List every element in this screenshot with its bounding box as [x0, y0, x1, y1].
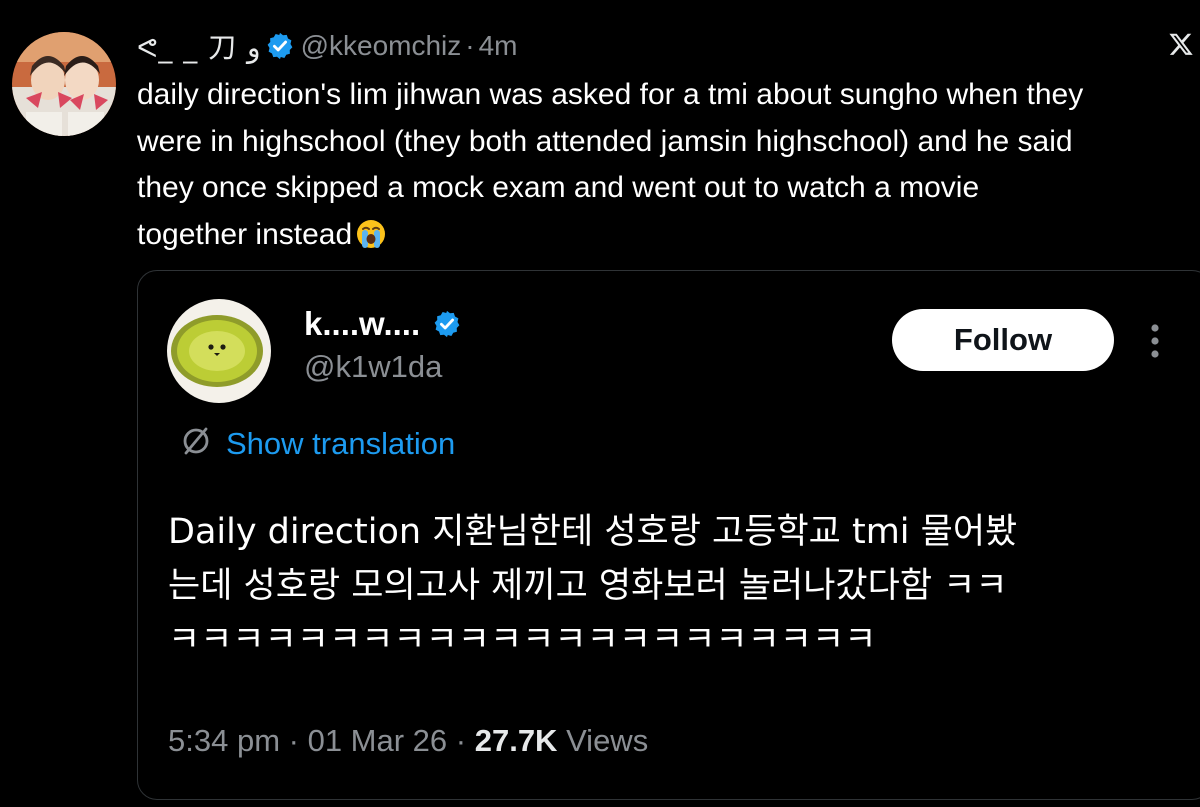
- show-translation-label[interactable]: Show translation: [226, 426, 455, 462]
- quoted-tweet-card[interactable]: k....w.... @k1w1da Follow Show translati…: [137, 270, 1200, 800]
- header-separator: ·: [465, 30, 475, 61]
- more-vertical-icon[interactable]: [1148, 321, 1162, 361]
- tweet-text-line-last: together instead: [137, 212, 1200, 259]
- verified-badge-icon: [265, 31, 295, 61]
- tweet-timestamp[interactable]: 4m: [479, 30, 518, 62]
- views-label: Views: [557, 723, 649, 758]
- quoted-display-name[interactable]: k....w....: [304, 305, 420, 343]
- quoted-tweet-meta: 5:34 pm · 01 Mar 26 · 27.7K Views: [168, 723, 648, 759]
- verified-badge-icon: [432, 309, 462, 339]
- quoted-tweet-text: Daily direction 지환님한테 성호랑 고등학교 tmi 물어봤 는…: [168, 505, 1198, 667]
- quoted-text-line: ㅋㅋㅋㅋㅋㅋㅋㅋㅋㅋㅋㅋㅋㅋㅋㅋㅋㅋㅋㅋㅋㅋ: [168, 620, 877, 660]
- quoted-text-line: Daily direction 지환님한테 성호랑 고등학교 tmi 물어봤: [168, 512, 1018, 552]
- meta-separator: ·: [447, 723, 475, 758]
- quoted-handle[interactable]: @k1w1da: [304, 349, 442, 385]
- display-name[interactable]: ᕙ_ _ 刀 ﻭ: [137, 26, 261, 66]
- tweet-header: ᕙ_ _ 刀 ﻭ @kkeomchiz · 4m: [137, 26, 518, 66]
- tweet-text-line: daily direction's lim jihwan was asked f…: [137, 78, 1084, 111]
- meta-separator: ·: [280, 723, 308, 758]
- quoted-text-line: 는데 성호랑 모의고사 제끼고 영화보러 놀러나갔다함 ㅋㅋ: [168, 566, 1008, 606]
- loudly-crying-face-icon: [356, 217, 386, 248]
- x-logo-icon: [1168, 30, 1194, 58]
- translate-globe-icon: [180, 425, 212, 462]
- show-translation-link[interactable]: Show translation: [180, 425, 455, 462]
- follow-button[interactable]: Follow: [892, 309, 1114, 371]
- tweet-text-line: were in highschool (they both attended j…: [137, 124, 1073, 158]
- tweet-text-line: together instead: [137, 217, 353, 251]
- views-count[interactable]: 27.7K: [475, 723, 558, 758]
- tweet-text-line: they once skipped a mock exam and went o…: [137, 171, 980, 204]
- tweet-text: daily direction's lim jihwan was asked f…: [137, 72, 1200, 258]
- quoted-time[interactable]: 5:34 pm: [168, 723, 280, 758]
- avatar[interactable]: [12, 32, 116, 136]
- user-handle[interactable]: @kkeomchiz: [301, 30, 462, 62]
- quoted-name-row: k....w....: [304, 305, 468, 343]
- quoted-avatar[interactable]: [167, 299, 271, 403]
- quoted-date[interactable]: 01 Mar 26: [308, 723, 448, 758]
